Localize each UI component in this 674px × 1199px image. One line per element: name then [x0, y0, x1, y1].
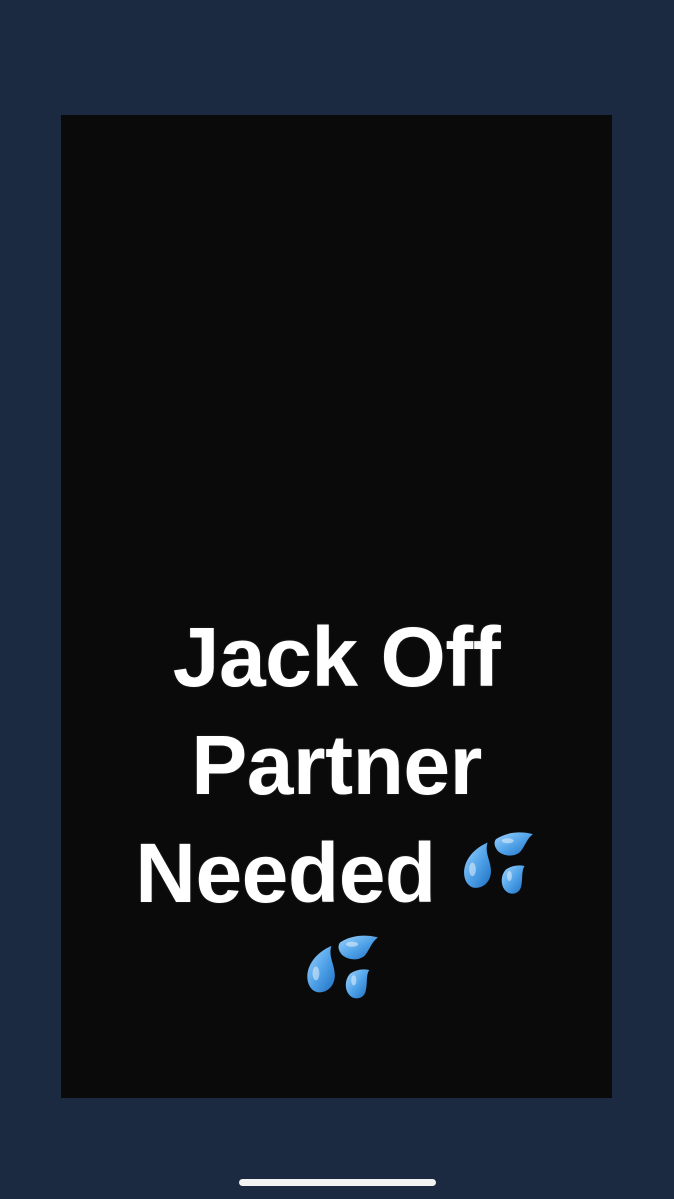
sweat-droplets-icon — [307, 935, 378, 999]
caption-line-2: Partner — [191, 718, 482, 812]
sweat-droplets-icon — [463, 832, 533, 894]
story-caption: Jack Off Partner Needed — [61, 603, 612, 927]
story-frame: Jack Off Partner Needed — [61, 115, 612, 1098]
caption-line-3: Needed — [61, 819, 612, 927]
caption-line-3-text: Needed — [135, 826, 436, 920]
home-indicator[interactable] — [239, 1179, 436, 1186]
caption-line-1: Jack Off — [172, 610, 501, 704]
